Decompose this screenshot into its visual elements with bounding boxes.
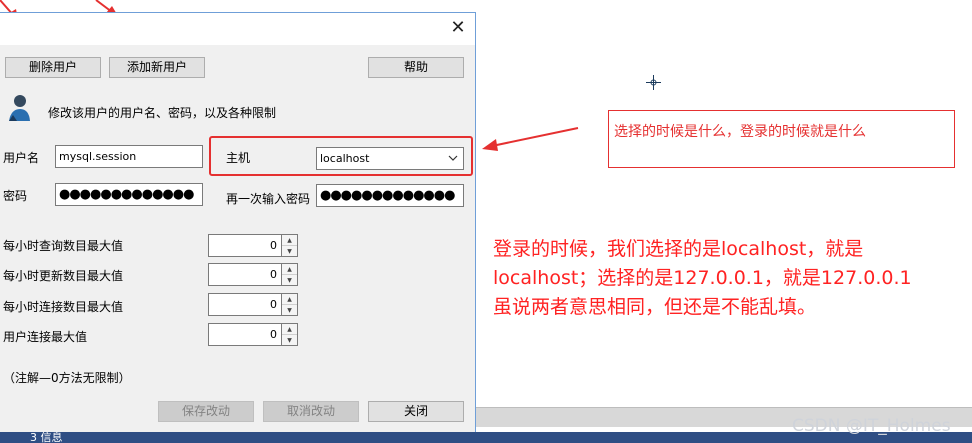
user-icon xyxy=(9,95,30,121)
username-input[interactable]: mysql.session xyxy=(55,145,203,168)
limit-label: 每小时更新数目最大值 xyxy=(3,269,124,283)
stepper-up-icon[interactable]: ▲ xyxy=(282,264,297,275)
stepper-arrows: ▲ ▼ xyxy=(282,263,298,286)
stepper-arrows: ▲ ▼ xyxy=(282,293,298,316)
limit-value[interactable]: 0 xyxy=(208,263,282,286)
add-new-user-button[interactable]: 添加新用户 xyxy=(109,57,205,78)
limit-value[interactable]: 0 xyxy=(208,323,282,346)
stepper-arrows: ▲ ▼ xyxy=(282,234,298,257)
limit-stepper[interactable]: 0 ▲ ▼ xyxy=(208,293,298,316)
annotation-line: 虽说两者意思相同，但还是不能乱填。 xyxy=(493,296,817,318)
limit-stepper[interactable]: 0 ▲ ▼ xyxy=(208,263,298,286)
annotation-line: 登录的时候，我们选择的是localhost，就是 xyxy=(493,238,864,260)
cancel-changes-button[interactable]: 取消改动 xyxy=(263,401,359,422)
username-label: 用户名 xyxy=(3,151,40,165)
stepper-down-icon[interactable]: ▼ xyxy=(282,275,297,286)
stepper-up-icon[interactable]: ▲ xyxy=(282,324,297,335)
stepper-down-icon[interactable]: ▼ xyxy=(282,246,297,257)
host-highlight-box xyxy=(209,136,473,176)
stepper-arrows: ▲ ▼ xyxy=(282,323,298,346)
stepper-down-icon[interactable]: ▼ xyxy=(282,305,297,316)
limit-stepper[interactable]: 0 ▲ ▼ xyxy=(208,323,298,346)
password-input[interactable]: ●●●●●●●●●●●●● xyxy=(55,183,203,206)
dialog-description: 修改该用户的用户名、密码，以及各种限制 xyxy=(48,106,277,120)
limit-label: 每小时连接数目最大值 xyxy=(3,300,124,314)
taskbar-item[interactable]: 3 信息 xyxy=(30,432,63,443)
limits-note: （注解—0方法无限制） xyxy=(3,371,131,385)
close-icon[interactable]: ✕ xyxy=(449,19,467,37)
limit-label: 用户连接最大值 xyxy=(3,330,88,344)
stepper-up-icon[interactable]: ▲ xyxy=(282,294,297,305)
annotation-line: localhost；选择的是127.0.0.1，就是127.0.0.1 xyxy=(493,267,912,289)
dialog-titlebar: ✕ xyxy=(0,13,475,45)
limit-value[interactable]: 0 xyxy=(208,234,282,257)
save-changes-button[interactable]: 保存改动 xyxy=(158,401,254,422)
crosshair-cursor-icon xyxy=(646,75,661,90)
stepper-up-icon[interactable]: ▲ xyxy=(282,235,297,246)
limit-value[interactable]: 0 xyxy=(208,293,282,316)
confirm-password-label: 再一次输入密码 xyxy=(226,192,311,206)
limit-stepper[interactable]: 0 ▲ ▼ xyxy=(208,234,298,257)
close-button[interactable]: 关闭 xyxy=(368,401,464,422)
watermark: CSDN @IT_Holmes xyxy=(792,416,951,436)
help-button[interactable]: 帮助 xyxy=(368,57,464,78)
annotation-main-text: 登录的时候，我们选择的是localhost，就是 localhost；选择的是1… xyxy=(493,235,953,322)
annotation-box-text: 选择的时候是什么，登录的时候就是什么 xyxy=(614,124,866,140)
annotation-arrow xyxy=(482,127,579,151)
limit-label: 每小时查询数目最大值 xyxy=(3,239,124,253)
delete-user-button[interactable]: 删除用户 xyxy=(5,57,101,78)
confirm-password-input[interactable]: ●●●●●●●●●●●●● xyxy=(316,184,464,207)
stepper-down-icon[interactable]: ▼ xyxy=(282,335,297,346)
password-label: 密码 xyxy=(3,189,28,203)
edit-user-dialog: ✕ 删除用户 添加新用户 帮助 修改该用户的用户名、密码，以及各种限制 用户名 … xyxy=(0,12,476,440)
